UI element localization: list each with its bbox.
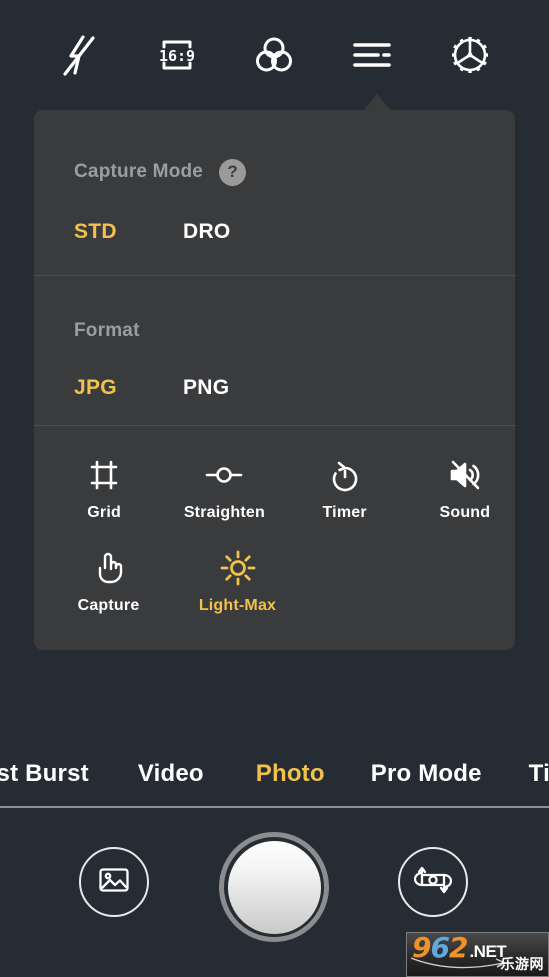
touch-capture-icon	[92, 548, 126, 588]
grid-icon	[87, 455, 121, 495]
settings-panel: Capture Mode ? STD DRO Format JPG PNG Gr…	[34, 110, 515, 650]
watermark-digit-2: 2	[448, 932, 469, 964]
svg-text:16:9: 16:9	[159, 47, 195, 65]
gallery-icon	[96, 862, 132, 903]
format-option-jpg[interactable]: JPG	[74, 376, 183, 400]
format-title: Format	[74, 320, 140, 341]
toggle-capture-label: Capture	[77, 597, 140, 614]
switch-camera-button[interactable]	[398, 847, 468, 917]
capture-mode-option-std[interactable]: STD	[74, 220, 183, 244]
aspect-ratio-button[interactable]: 16:9	[148, 26, 206, 84]
toggle-sound-label: Sound	[439, 504, 491, 521]
watermark-digit-6: 6	[430, 932, 450, 964]
mode-time-lapse[interactable]: Time	[529, 760, 549, 788]
watermark-chinese: 乐游网	[500, 957, 544, 973]
watermark-digit-9: 9	[412, 932, 432, 964]
format-option-png[interactable]: PNG	[183, 376, 229, 400]
capture-mode-title: Capture Mode	[74, 161, 204, 182]
mode-carousel[interactable]: ast Burst Video Photo Pro Mode Time	[0, 742, 549, 806]
settings-button[interactable]	[441, 26, 499, 84]
toggle-straighten[interactable]: Straighten	[174, 455, 274, 522]
filter-button[interactable]	[245, 26, 303, 84]
watermark: 9 6 2 .NET 乐游网	[406, 932, 549, 977]
filter-icon	[251, 32, 297, 78]
sun-icon	[220, 548, 256, 588]
menu-icon	[349, 35, 395, 75]
mode-pro-mode[interactable]: Pro Mode	[371, 760, 482, 788]
capture-mode-help-icon[interactable]: ?	[219, 158, 247, 186]
more-settings-button[interactable]	[343, 26, 401, 84]
toggle-light-max-label: Light-Max	[198, 597, 277, 614]
toggle-timer-label: Timer	[322, 504, 367, 521]
switch-camera-icon	[413, 862, 453, 903]
toggle-sound[interactable]: Sound	[415, 455, 515, 522]
capture-mode-option-dro[interactable]: DRO	[183, 220, 231, 244]
timer-icon	[328, 455, 362, 495]
aspect-ratio-icon: 16:9	[153, 32, 201, 78]
gallery-button[interactable]	[79, 847, 149, 917]
mode-fast-burst[interactable]: ast Burst	[0, 760, 89, 788]
straighten-icon	[204, 455, 244, 495]
shutter-button[interactable]	[219, 832, 329, 942]
capture-mode-section: Capture Mode ? STD DRO	[34, 110, 515, 275]
flash-off-button[interactable]	[50, 26, 108, 84]
flash-off-icon	[57, 32, 101, 78]
mode-photo[interactable]: Photo	[256, 760, 325, 788]
toggle-grid[interactable]: Grid	[54, 455, 154, 522]
panel-pointer-arrow	[363, 94, 391, 111]
shutter-inner	[227, 840, 321, 934]
toggle-light-max[interactable]: Light-Max	[183, 548, 292, 615]
toggles-section: Grid Straighten Timer Sound Capture Ligh…	[34, 425, 515, 650]
toggle-capture[interactable]: Capture	[54, 548, 163, 615]
toggle-timer[interactable]: Timer	[295, 455, 395, 522]
format-section: Format JPG PNG	[34, 275, 515, 425]
toggle-grid-label: Grid	[87, 504, 121, 521]
settings-gear-icon	[446, 31, 494, 79]
toggle-straighten-label: Straighten	[183, 504, 265, 521]
sound-off-icon	[447, 455, 483, 495]
top-toolbar: 16:9	[0, 0, 549, 110]
mode-video[interactable]: Video	[138, 760, 204, 788]
